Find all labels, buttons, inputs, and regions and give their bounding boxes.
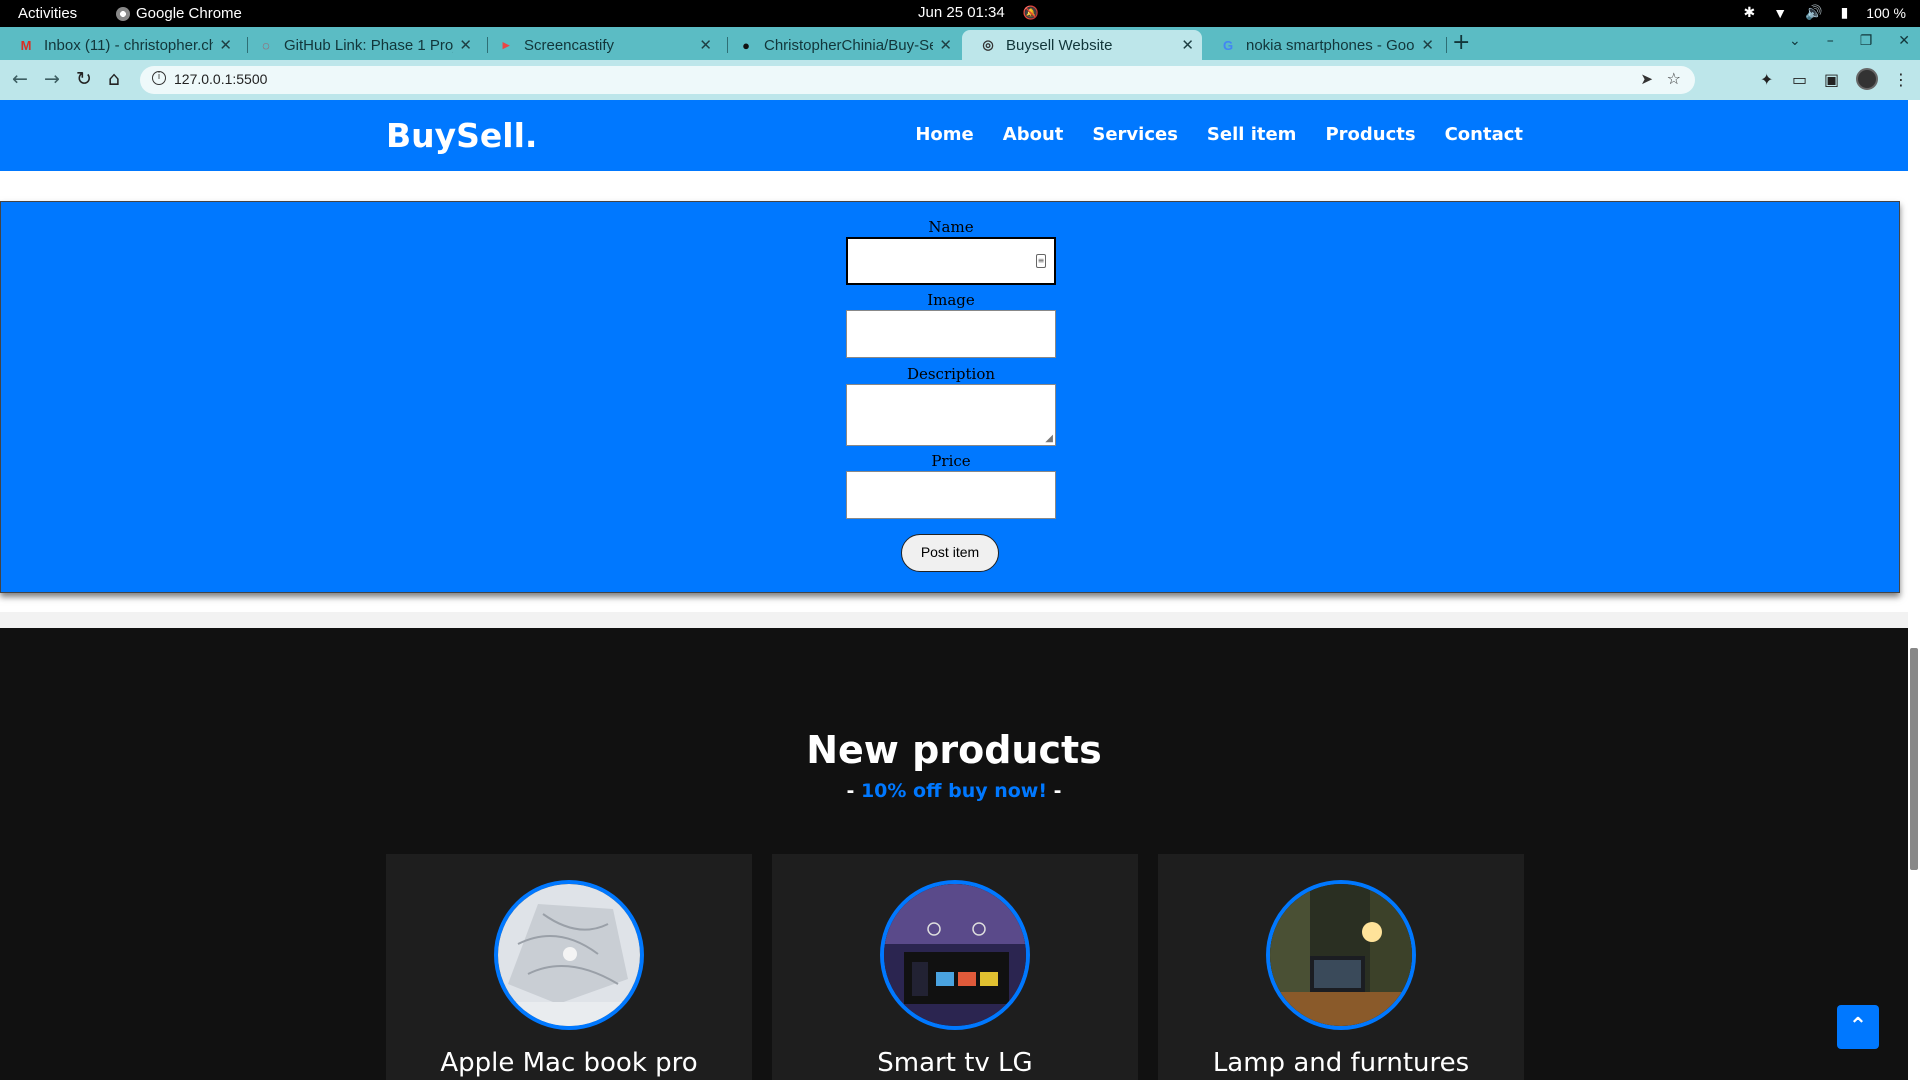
post-item-button[interactable]: Post item [901,534,999,572]
product-card[interactable]: Smart tv LG [772,854,1138,1080]
description-label: Description [906,365,996,383]
close-tab-icon[interactable]: ✕ [939,36,952,54]
menu-services[interactable]: Services [1092,124,1178,145]
product-image-smart-tv [880,880,1030,1030]
tab-strip: M Inbox (11) - christopher.ch ✕ ◌ GitHub… [0,27,1920,60]
reload-icon[interactable]: ↻ [76,68,92,90]
close-tab-icon[interactable]: ✕ [1181,36,1194,54]
menu-sell-item[interactable]: Sell item [1207,124,1297,145]
product-card[interactable]: Apple Mac book pro [386,854,752,1080]
profile-avatar[interactable] [1856,68,1878,90]
site-info-icon[interactable]: i [152,71,166,85]
side-panel-icon[interactable]: ▣ [1824,70,1839,89]
product-name: Smart tv LG [877,1048,1033,1078]
tab-title: Screencastify [524,36,615,54]
tab-title: ChristopherChinia/Buy-Se [764,36,934,54]
minimize-icon[interactable]: – [1827,33,1834,49]
scrollbar-thumb[interactable] [1910,648,1918,870]
price-label: Price [931,452,971,470]
app-name: Google Chrome [136,5,242,22]
resize-grip-icon[interactable]: ◢ [1045,434,1053,444]
page-scrollbar[interactable] [1908,100,1920,1080]
new-tab-icon[interactable]: + [1452,30,1470,55]
github-icon: ● [742,37,750,53]
system-tray[interactable]: ✱ ▼ 🔊 ▮ 100 % [1744,4,1906,21]
maximize-icon[interactable]: ❐ [1860,33,1873,49]
tab-search-icon[interactable]: ⌄ [1789,33,1801,49]
gmail-icon: M [20,37,32,53]
close-tab-icon[interactable]: ✕ [1421,36,1434,54]
bookmark-star-icon[interactable]: ☆ [1667,69,1681,88]
tab-google-search[interactable]: G nokia smartphones - Goo ✕ [1202,30,1442,60]
menu-home[interactable]: Home [915,124,973,145]
chrome-icon [116,6,130,21]
loading-icon: ◌ [262,37,270,53]
image-label: Image [927,291,975,309]
name-field[interactable]: ≡ [846,237,1056,285]
close-tab-icon[interactable]: ✕ [459,36,472,54]
close-tab-icon[interactable]: ✕ [219,36,232,54]
system-top-bar: Activities Google Chrome Jun 25 01:34 🔕 … [0,0,1920,27]
screencastify-icon: ▸ [502,37,510,52]
activities-button[interactable]: Activities [18,5,77,22]
site-menu: Home About Services Sell item Products C… [915,124,1523,145]
page-viewport: BuySell. Home About Services Sell item P… [0,100,1920,1080]
product-name: Apple Mac book pro [440,1048,698,1078]
products-heading: New products [806,728,1102,772]
tab-inbox[interactable]: M Inbox (11) - christopher.ch ✕ [0,30,240,60]
clock-text: Jun 25 01:34 [918,4,1005,21]
battery-icon: ▮ [1840,4,1849,20]
new-products-section: New products - 10% off buy now! - Apple … [0,628,1908,1080]
wifi-icon: ▼ [1773,4,1788,21]
section-divider [0,612,1908,628]
tab-screencastify[interactable]: ▸ Screencastify ✕ [480,30,720,60]
site-header: BuySell. Home About Services Sell item P… [0,100,1908,171]
price-field[interactable] [846,471,1056,519]
extensions-icon[interactable]: ✦ [1760,70,1773,89]
site-logo[interactable]: BuySell. [386,116,537,155]
tab-buysell-website[interactable]: ◎ Buysell Website ✕ [962,30,1202,60]
browser-toolbar: ← → ↻ ⌂ i 127.0.0.1:5500 ➤ ☆ ✦ ▭ ▣ ⋮ [0,60,1920,100]
tab-github-link[interactable]: ◌ GitHub Link: Phase 1 Proj ✕ [240,30,480,60]
sell-item-form: Name ≡ Image Description ◢ Price Post it… [0,201,1900,593]
forward-icon[interactable]: → [44,68,60,90]
cast-icon[interactable]: ▭ [1792,70,1807,89]
tab-title: Inbox (11) - christopher.ch [44,36,214,54]
menu-about[interactable]: About [1003,124,1064,145]
volume-icon: 🔊 [1805,4,1823,20]
discount-highlight: 10% off buy now! [860,780,1048,802]
tab-title: GitHub Link: Phase 1 Proj [284,36,454,54]
product-name: Lamp and furntures [1212,1048,1470,1078]
products-subtitle: - 10% off buy now! - [846,780,1062,802]
send-icon[interactable]: ➤ [1640,70,1653,88]
product-card[interactable]: Lamp and furntures [1158,854,1524,1080]
app-menu[interactable]: Google Chrome [116,5,242,22]
url-text: 127.0.0.1:5500 [174,71,268,87]
scroll-to-top-button[interactable]: ⌃ [1837,1005,1879,1049]
home-icon[interactable]: ⌂ [108,68,120,90]
name-label: Name [928,218,974,236]
menu-products[interactable]: Products [1325,124,1415,145]
close-window-icon[interactable]: ✕ [1898,33,1910,49]
password-manager-icon[interactable]: ≡ [1036,254,1046,268]
tab-github-repo[interactable]: ● ChristopherChinia/Buy-Se ✕ [720,30,960,60]
image-field[interactable] [846,310,1056,358]
tab-title: Buysell Website [1006,36,1113,54]
tab-title: nokia smartphones - Goo [1246,36,1415,54]
clock[interactable]: Jun 25 01:34 🔕 [918,4,1039,21]
window-controls: ⌄ – ❐ ✕ [1789,33,1910,49]
menu-contact[interactable]: Contact [1445,124,1523,145]
address-bar[interactable]: i 127.0.0.1:5500 ➤ ☆ [140,66,1695,94]
notification-bell-icon: 🔕 [1022,4,1039,20]
google-icon: G [1222,37,1234,53]
menu-kebab-icon[interactable]: ⋮ [1893,70,1909,89]
product-image-lamp [1266,880,1416,1030]
battery-level: 100 % [1866,4,1906,21]
globe-icon: ◎ [982,37,994,52]
product-image-macbook [494,880,644,1030]
back-icon[interactable]: ← [12,68,28,90]
description-textarea[interactable]: ◢ [846,384,1056,446]
close-tab-icon[interactable]: ✕ [699,36,712,54]
slack-icon: ✱ [1743,4,1756,20]
